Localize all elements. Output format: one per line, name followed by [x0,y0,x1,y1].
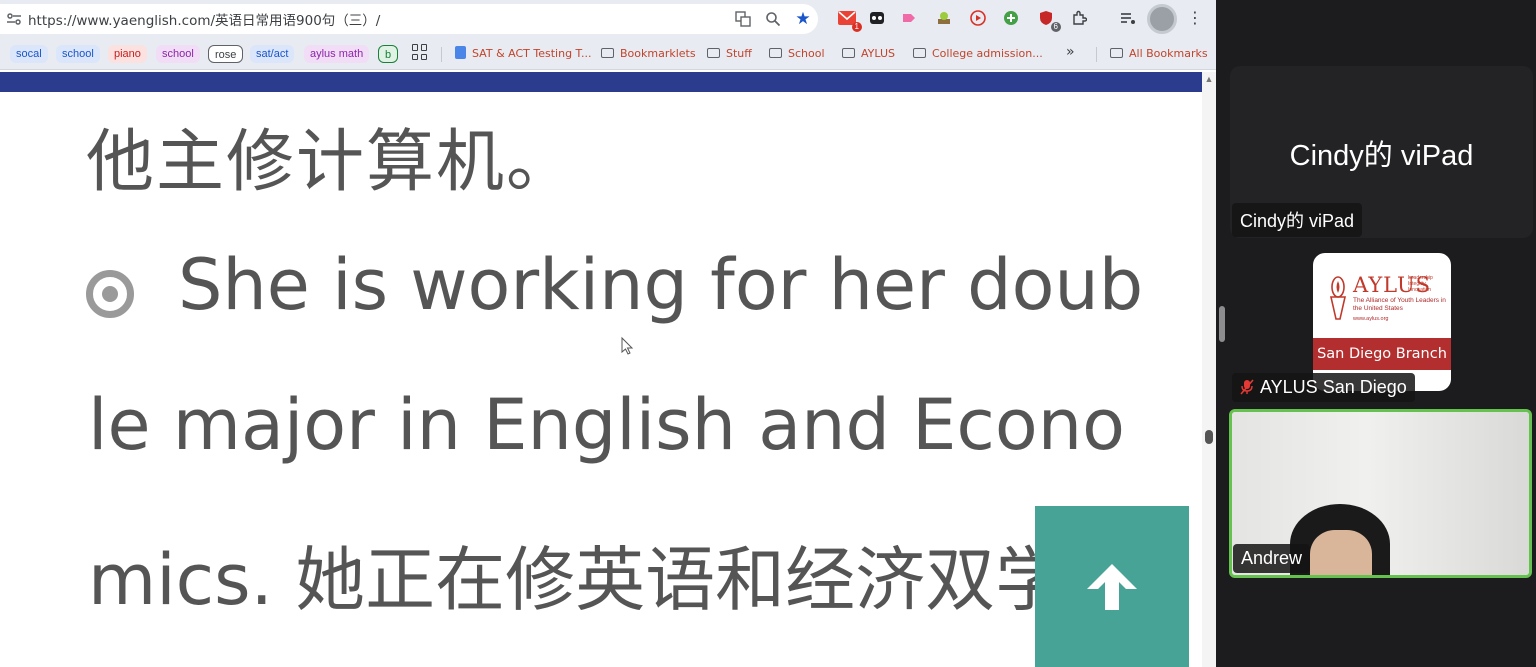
tab-group-sat-act[interactable]: sat/act [250,45,295,63]
aylus-website: www.aylus.org [1353,316,1389,322]
bookmark-sat-act[interactable]: SAT & ACT Testing T... [455,45,591,63]
tab-group-school[interactable]: school [56,45,100,63]
bookmarks-divider [1096,47,1097,62]
aylus-tagline: Leadership Integrity Innovation [1408,275,1433,293]
folder-icon [913,48,926,58]
play-extension-icon[interactable] [967,7,989,29]
page-header-band [0,72,1202,92]
shield-extension-icon[interactable]: 6 [1035,7,1061,32]
bookmark-label: Stuff [726,47,752,60]
folder-icon [842,48,855,58]
mic-muted-icon [1240,379,1254,395]
address-bar[interactable]: https://www.yaenglish.com/英语日常用语900句（三）/… [0,4,818,34]
aylus-subtitle: The Alliance of Youth Leaders in the Uni… [1353,297,1449,323]
reading-list-icon[interactable] [1117,7,1139,29]
site-info-icon[interactable] [0,4,28,34]
all-bookmarks[interactable]: All Bookmarks [1110,45,1208,63]
tab-group-piano[interactable]: piano [108,45,147,63]
folder-icon [1110,48,1123,58]
all-bookmarks-label: All Bookmarks [1129,47,1208,60]
back-to-top-button[interactable] [1035,506,1189,667]
folder-icon [707,48,720,58]
page-content: 他主修计算机。 She is working for her doub le m… [0,92,1202,667]
gmail-badge: 1 [851,22,862,32]
tab-group-aylus-math[interactable]: aylus math [304,45,370,63]
arrow-up-icon [1087,563,1137,610]
profile-avatar[interactable] [1147,4,1177,34]
bookmark-label: AYLUS [861,47,896,60]
folder-icon [769,48,782,58]
bookmarks-bar: socal school piano school rose sat/act a… [0,38,1216,70]
participant-name-tag-aylus: AYLUS San Diego [1232,373,1415,402]
participant-name: AYLUS San Diego [1260,377,1407,397]
tagline-word: Innovation [1408,287,1432,293]
bookmark-label: SAT & ACT Testing T... [472,47,592,60]
english-sentence-line-1: She is working for her doub [178,244,1144,326]
page-scrollbar[interactable] [1202,72,1216,667]
participant-display-name: Cindy的 viPad [1289,140,1474,172]
bookmark-label: Bookmarklets [620,47,696,60]
english-sentence-line-3: mics. 她正在修英语和经济双学 [88,539,1066,621]
folder-icon [601,48,614,58]
bookmark-stuff[interactable]: Stuff [707,45,752,63]
plant-extension-icon[interactable] [933,7,955,29]
participant-video-face [1310,530,1372,575]
pink-arrow-extension-icon[interactable] [898,7,920,29]
gmail-extension-icon[interactable]: 1 [836,7,862,32]
bookmark-star-icon[interactable]: ★ [788,4,818,34]
bookmark-college-admission[interactable]: College admission... [913,45,1043,63]
english-sentence-line-2: le major in English and Econo [88,384,1125,466]
torch-icon [1329,276,1347,320]
browser-window: https://www.yaenglish.com/英语日常用语900句（三）/… [0,0,1216,667]
scrollbar-thumb[interactable] [1205,430,1213,444]
panel-resize-handle[interactable] [1219,306,1225,342]
tab-group-socal[interactable]: socal [10,45,48,63]
tab-group-school-2[interactable]: school [156,45,200,63]
mouse-cursor-icon [621,336,634,355]
aylus-logo: AYLUS Leadership Integrity Innovation Th… [1313,253,1451,391]
bookmark-label: School [788,47,825,60]
bookmark-label: College admission... [932,47,1043,60]
extensions-puzzle-icon[interactable] [1068,7,1090,29]
aylus-subtitle-text: The Alliance of Youth Leaders in the Uni… [1353,297,1446,312]
bookmarks-overflow-icon[interactable]: » [1066,43,1075,61]
radio-bullet-icon [86,270,134,318]
shield-badge: 6 [1050,22,1061,32]
scroll-up-arrow-icon[interactable]: ▲ [1202,74,1216,86]
plus-extension-icon[interactable] [1000,7,1022,29]
translate-icon[interactable] [728,4,758,34]
apps-grid-icon[interactable] [412,44,428,60]
bookmarks-divider [441,47,442,62]
participant-name-tag: Cindy的 viPad [1232,203,1363,237]
url-text[interactable]: https://www.yaenglish.com/英语日常用语900句（三）/ [28,9,728,29]
bookmark-school[interactable]: School [769,45,825,63]
chinese-heading: 他主修计算机。 [86,123,577,202]
doc-icon [455,46,466,59]
participant-name-tag-andrew: Andrew [1233,544,1311,573]
bookmark-aylus[interactable]: AYLUS [842,45,895,63]
browser-toolbar: https://www.yaenglish.com/英语日常用语900句（三）/… [0,0,1216,38]
glasses-extension-icon[interactable] [866,7,888,29]
aylus-branch-banner: San Diego Branch [1313,338,1451,370]
tab-group-b[interactable]: b [378,45,399,63]
bookmark-bookmarklets[interactable]: Bookmarklets [601,45,696,63]
tab-group-rose[interactable]: rose [208,45,244,63]
zoom-icon[interactable] [758,4,788,34]
browser-menu-icon[interactable]: ⋮ [1186,6,1204,32]
